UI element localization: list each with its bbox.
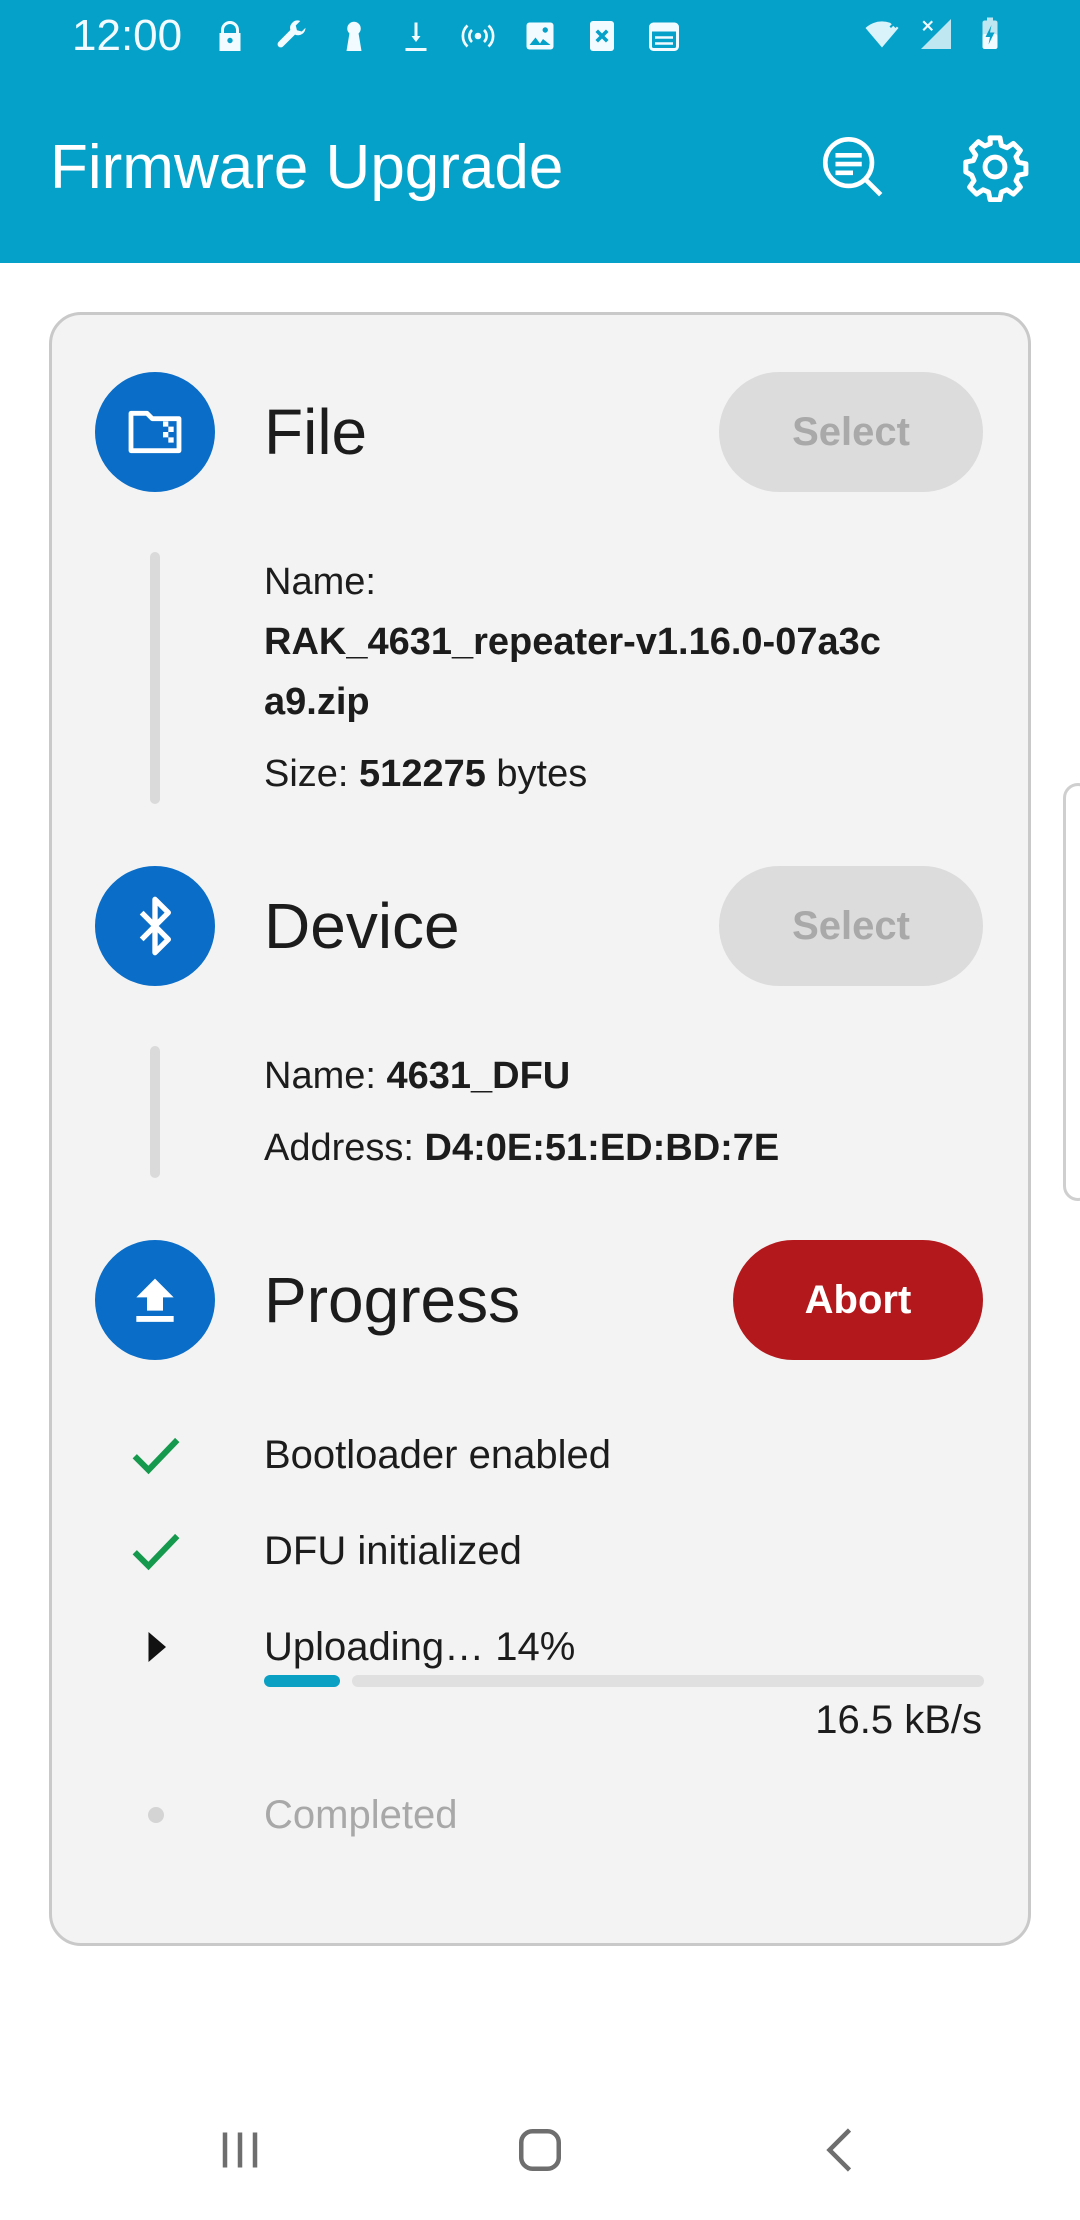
select-file-button[interactable]: Select bbox=[719, 372, 983, 492]
progress-step-title: Progress bbox=[264, 1264, 521, 1336]
scan-button[interactable] bbox=[813, 127, 893, 207]
pending-dot-icon bbox=[126, 1785, 186, 1845]
zip-folder-icon bbox=[128, 410, 182, 454]
upload-progress-bar bbox=[264, 1675, 984, 1687]
task-completed: Completed bbox=[264, 1793, 458, 1837]
home-button[interactable] bbox=[490, 2100, 590, 2200]
progress-step-badge bbox=[95, 1240, 215, 1360]
image-icon bbox=[520, 14, 560, 58]
notification-icons bbox=[210, 14, 684, 58]
status-time: 12:00 bbox=[72, 11, 183, 60]
check-icon bbox=[126, 1425, 186, 1485]
play-arrow-icon bbox=[126, 1617, 186, 1677]
upload-speed: 16.5 kB/s bbox=[815, 1698, 982, 1742]
task-dfu-initialized: DFU initialized bbox=[264, 1529, 522, 1573]
file-name-label: Name: bbox=[264, 561, 376, 603]
device-address-value: D4:0E:51:ED:BD:7E bbox=[424, 1127, 780, 1169]
file-step-title: File bbox=[264, 396, 368, 468]
wifi-icon bbox=[862, 12, 902, 56]
file-size-label: Size: bbox=[264, 753, 349, 795]
scan-search-icon bbox=[822, 136, 883, 197]
system-icons bbox=[862, 12, 1010, 56]
device-step-title: Device bbox=[264, 890, 460, 962]
file-size-value: 512275 bbox=[359, 753, 486, 795]
recents-icon bbox=[222, 2132, 258, 2168]
file-size-unit: bytes bbox=[496, 753, 588, 795]
app-title: Firmware Upgrade bbox=[50, 133, 564, 202]
back-button[interactable] bbox=[792, 2100, 892, 2200]
check-icon bbox=[126, 1521, 186, 1581]
file-step-badge bbox=[95, 372, 215, 492]
home-icon bbox=[519, 2129, 561, 2171]
close-box-icon bbox=[582, 14, 622, 58]
task-uploading: Uploading… 14% bbox=[264, 1625, 576, 1669]
lock-icon bbox=[210, 14, 250, 58]
bluetooth-icon bbox=[139, 896, 171, 956]
calendar-icon bbox=[644, 14, 684, 58]
back-icon bbox=[826, 2128, 852, 2172]
device-name-value: 4631_DFU bbox=[386, 1055, 571, 1097]
settings-button[interactable] bbox=[955, 127, 1035, 207]
battery-charging-icon bbox=[970, 12, 1010, 56]
upload-progress-remaining bbox=[352, 1675, 984, 1687]
device-address-label: Address: bbox=[264, 1127, 414, 1169]
upload-icon bbox=[136, 1278, 174, 1322]
recents-button[interactable] bbox=[190, 2100, 290, 2200]
device-address: Address: D4:0E:51:ED:BD:7E bbox=[264, 1118, 779, 1178]
keyhole-icon bbox=[334, 14, 374, 58]
upload-progress-fill bbox=[264, 1675, 340, 1687]
device-step-badge bbox=[95, 866, 215, 986]
wrench-icon bbox=[272, 14, 312, 58]
file-name-line1: RAK_4631_repeater-v1.16.0-07a3c bbox=[264, 612, 881, 672]
file-name-line2: a9.zip bbox=[264, 672, 370, 732]
abort-button[interactable]: Abort bbox=[733, 1240, 983, 1360]
download-icon bbox=[396, 14, 436, 58]
file-step-rail bbox=[150, 552, 160, 804]
task-bootloader: Bootloader enabled bbox=[264, 1433, 611, 1477]
cell-signal-icon bbox=[916, 12, 956, 56]
edge-panel-handle[interactable] bbox=[1063, 783, 1080, 1201]
device-step-rail bbox=[150, 1046, 160, 1178]
settings-gear-icon bbox=[963, 135, 1029, 202]
device-name-label: Name: bbox=[264, 1055, 376, 1097]
status-bar: 12:00 bbox=[0, 0, 1080, 75]
navigation-bar bbox=[0, 2080, 1080, 2220]
hotspot-icon bbox=[458, 14, 498, 58]
app-bar: Firmware Upgrade bbox=[0, 75, 1080, 263]
file-size: Size: 512275 bytes bbox=[264, 744, 587, 804]
file-name-value-1: RAK_4631_repeater-v1.16.0-07a3c bbox=[264, 621, 881, 663]
device-name: Name: 4631_DFU bbox=[264, 1046, 570, 1106]
file-name-value-2: a9.zip bbox=[264, 681, 370, 723]
select-device-button[interactable]: Select bbox=[719, 866, 983, 986]
